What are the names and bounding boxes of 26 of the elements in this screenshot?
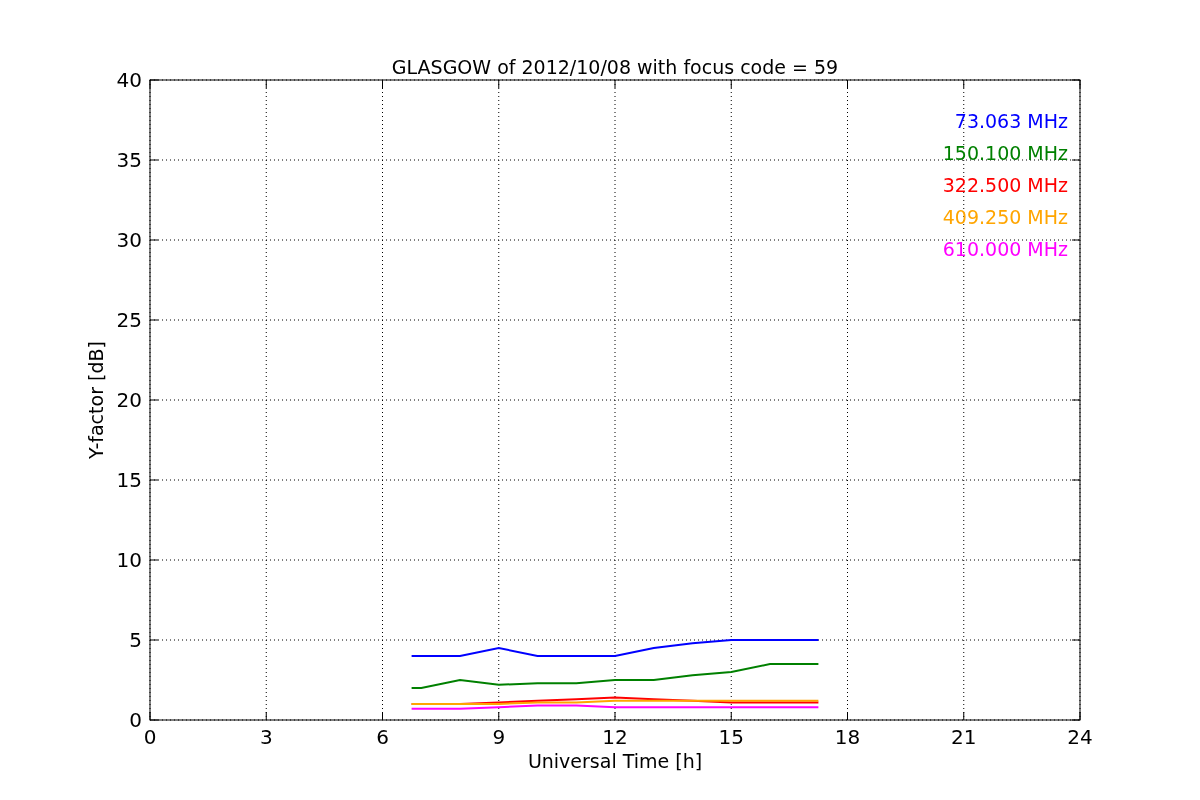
y-tick-label: 15 <box>116 468 142 492</box>
x-tick-label: 12 <box>602 725 628 749</box>
y-tick-label: 40 <box>116 68 142 92</box>
legend-label: 409.250 MHz <box>942 206 1068 228</box>
legend-label: 610.000 MHz <box>942 238 1068 260</box>
x-tick-label: 3 <box>259 725 273 749</box>
y-tick-label: 5 <box>129 628 142 652</box>
y-tick-label: 30 <box>116 228 142 252</box>
chart-title: GLASGOW of 2012/10/08 with focus code = 59 <box>391 56 839 78</box>
x-tick-label: 18 <box>834 725 861 749</box>
x-tick-label: 21 <box>951 725 977 749</box>
y-tick-label: 25 <box>116 308 142 332</box>
x-tick-label: 0 <box>143 725 157 749</box>
legend-label: 73.063 MHz <box>954 110 1068 132</box>
x-tick-label: 6 <box>376 725 389 749</box>
y-axis-label: Y-factor [dB] <box>85 341 107 459</box>
x-axis-label: Universal Time [h] <box>527 750 703 772</box>
x-tick-label: 15 <box>718 725 744 749</box>
y-tick-label: 20 <box>116 388 142 412</box>
legend-label: 150.100 MHz <box>942 142 1068 164</box>
y-tick-label: 35 <box>116 148 142 172</box>
x-tick-label: 9 <box>492 725 506 749</box>
legend-label: 322.500 MHz <box>942 174 1068 196</box>
y-tick-label: 10 <box>116 548 142 572</box>
y-tick-label: 0 <box>129 708 142 732</box>
x-tick-label: 24 <box>1067 725 1093 749</box>
